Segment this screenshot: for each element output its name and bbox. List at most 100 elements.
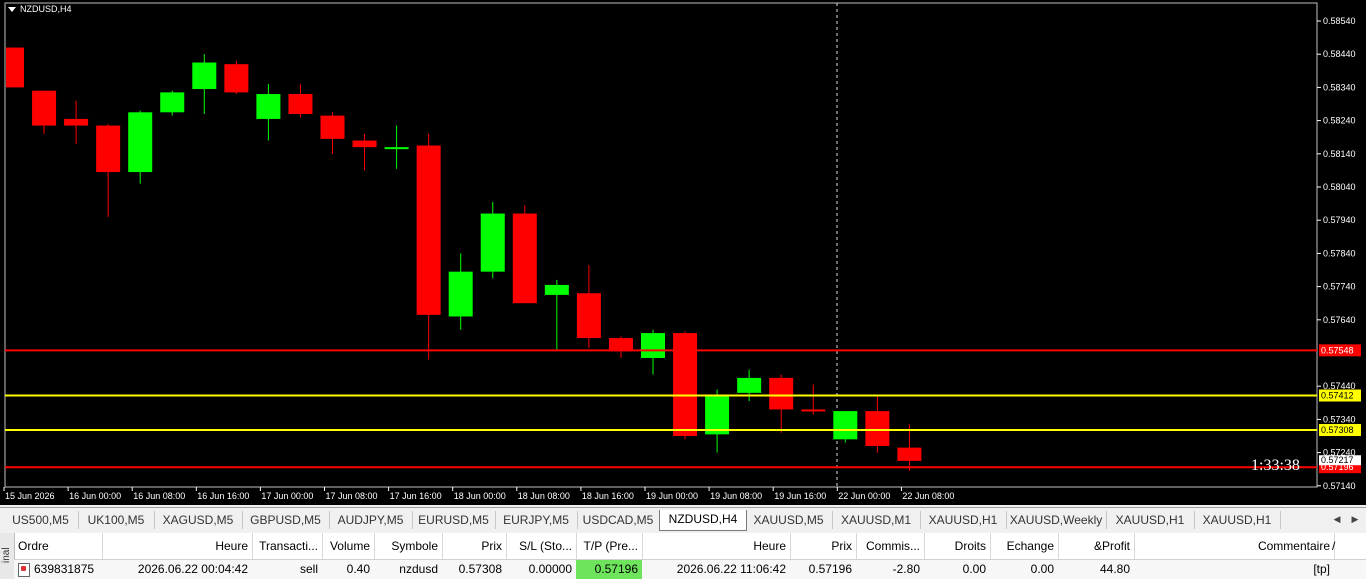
candle-body[interactable] — [833, 411, 858, 440]
time-tick-label: 19 Jun 16:00 — [774, 491, 826, 501]
cell-prix-close: 0.57196 — [808, 562, 852, 576]
candle-body[interactable] — [96, 125, 121, 173]
tabs-scroll-left-icon[interactable]: ◀ — [1330, 512, 1344, 526]
cell-volume: 0.40 — [346, 562, 370, 576]
tab-audjpy-m5[interactable]: AUDJPY,M5 — [329, 511, 413, 529]
column-header-sl[interactable]: S/L (Sto... — [506, 533, 577, 559]
candle-body[interactable] — [160, 92, 185, 113]
candle-body[interactable] — [737, 377, 762, 393]
cell-tp: 0.57196 — [576, 560, 642, 579]
cell-commission: -2.80 — [892, 562, 920, 576]
price-tick-label: 0.58240 — [1323, 116, 1356, 126]
column-header-prix[interactable]: Prix — [442, 533, 507, 559]
cell-commentaire: [tp] — [1313, 562, 1330, 576]
terminal-side-label[interactable]: inal — [0, 533, 15, 579]
chart-tabs-bar: US500,M5 UK100,M5 XAGUSD,M5 GBPUSD,M5 AUDJPY… — [0, 507, 1366, 532]
candle-body[interactable] — [448, 271, 473, 317]
candle-body[interactable] — [576, 293, 601, 339]
time-tick-label: 16 Jun 16:00 — [197, 491, 249, 501]
tab-xagusd-m5[interactable]: XAGUSD,M5 — [154, 511, 243, 529]
time-tick-label: 18 Jun 08:00 — [518, 491, 570, 501]
terminal-header: Ordre Heure Transacti... Volume Symbole Prix S… — [14, 533, 1366, 560]
candle-body[interactable] — [64, 118, 89, 126]
candle-body[interactable] — [256, 94, 281, 119]
time-tick-label: 15 Jun 2026 — [5, 491, 55, 501]
sort-arrow-icon[interactable]: / — [1332, 533, 1346, 559]
candle-body[interactable] — [705, 394, 730, 435]
candle-body[interactable] — [288, 94, 313, 114]
candle-body[interactable] — [416, 145, 441, 315]
level-price-label: 0.57308 — [1321, 425, 1354, 435]
candle-body[interactable] — [320, 115, 345, 139]
time-tick-label: 17 Jun 00:00 — [261, 491, 313, 501]
candle-body[interactable] — [801, 409, 826, 412]
column-header-commentaire[interactable]: Commentaire — [1134, 533, 1335, 559]
column-header-ordre[interactable]: Ordre — [14, 533, 103, 559]
column-header-transaction[interactable]: Transacti... — [252, 533, 323, 559]
chart-symbol-text: NZDUSD,H4 — [20, 4, 72, 14]
column-header-heure-close[interactable]: Heure — [642, 533, 791, 559]
column-header-volume[interactable]: Volume — [322, 533, 375, 559]
candle-body[interactable] — [352, 140, 377, 148]
price-tick-label: 0.58540 — [1323, 16, 1356, 26]
cell-symbole: nzdusd — [399, 562, 438, 576]
price-tick-label: 0.58340 — [1323, 82, 1356, 92]
price-tick-label: 0.58440 — [1323, 49, 1356, 59]
candle-body[interactable] — [224, 64, 249, 93]
price-tick-label: 0.58040 — [1323, 182, 1356, 192]
table-row[interactable]: 639831875 2026.06.22 00:04:42 sell 0.40 nzdu… — [14, 560, 1366, 579]
column-header-prix-close[interactable]: Prix — [790, 533, 857, 559]
column-header-profit[interactable]: &Profit — [1058, 533, 1135, 559]
candle-body[interactable] — [128, 112, 153, 173]
cell-droits: 0.00 — [962, 562, 986, 576]
tab-uk100-m5[interactable]: UK100,M5 — [78, 511, 155, 529]
cell-ordre: 639831875 — [14, 560, 102, 579]
tab-eurjpy-m5[interactable]: EURJPY,M5 — [495, 511, 578, 529]
tab-nzdusd-h4[interactable]: NZDUSD,H4 — [659, 510, 747, 531]
chart-symbol-label[interactable]: NZDUSD,H4 — [8, 4, 72, 14]
time-tick-label: 19 Jun 08:00 — [710, 491, 762, 501]
tab-xauusd-h1[interactable]: XAUUSD,H1 — [1106, 511, 1195, 529]
cell-sl: 0.00000 — [528, 562, 572, 576]
tab-xauusd-m1[interactable]: XAUUSD,M1 — [832, 511, 921, 529]
bar-countdown: 1:33:38 — [1251, 457, 1300, 474]
candle-body[interactable] — [769, 377, 794, 410]
column-header-tp[interactable]: T/P (Pre... — [576, 533, 643, 559]
candle-body[interactable] — [192, 62, 217, 90]
order-icon — [18, 562, 30, 577]
candle-body[interactable] — [673, 333, 698, 436]
terminal-panel: inal Ordre Heure Transacti... Volume Symbole… — [0, 533, 1366, 579]
column-header-symbole[interactable]: Symbole — [374, 533, 443, 559]
candle-body[interactable] — [865, 411, 890, 446]
dropdown-triangle-icon — [8, 7, 16, 13]
price-chart[interactable]: 0.58540 0.58440 0.58340 0.58240 0.58140 0.580… — [0, 0, 1366, 505]
column-header-heure[interactable]: Heure — [102, 533, 253, 559]
candle-body[interactable] — [641, 333, 665, 358]
cell-heure-close: 2026.06.22 11:06:42 — [676, 562, 786, 576]
column-header-echange[interactable]: Echange — [990, 533, 1059, 559]
tab-eurusd-m5[interactable]: EURUSD,M5 — [412, 511, 496, 529]
candle-body[interactable] — [6, 47, 24, 88]
time-tick-label: 22 Jun 08:00 — [902, 491, 954, 501]
candle-body[interactable] — [480, 213, 505, 272]
column-header-droits[interactable]: Droits — [924, 533, 991, 559]
time-tick-label: 18 Jun 16:00 — [582, 491, 634, 501]
tab-usdcad-m5[interactable]: USDCAD,M5 — [577, 511, 660, 529]
candle-body[interactable] — [384, 147, 409, 150]
chart-canvas[interactable]: 0.58540 0.58440 0.58340 0.58240 0.58140 0.580… — [0, 0, 1366, 505]
candle-body[interactable] — [897, 447, 922, 461]
tab-us500-m5[interactable]: US500,M5 — [3, 511, 79, 529]
candle-body[interactable] — [544, 284, 569, 295]
candle-body[interactable] — [512, 213, 537, 304]
candle-body[interactable] — [32, 90, 57, 126]
tab-xauusd-weekly[interactable]: XAUUSD,Weekly — [1006, 511, 1107, 529]
cell-transaction: sell — [299, 562, 318, 576]
tab-xauusd-h1[interactable]: XAUUSD,H1 — [1194, 511, 1281, 529]
tab-gbpusd-m5[interactable]: GBPUSD,M5 — [242, 511, 330, 529]
cell-profit: 44.80 — [1099, 562, 1130, 576]
column-header-commission[interactable]: Commis... — [856, 533, 925, 559]
tab-xauusd-h1[interactable]: XAUUSD,H1 — [920, 511, 1007, 529]
tab-xauusd-m5[interactable]: XAUUSD,M5 — [745, 511, 833, 529]
tabs-scroll-right-icon[interactable]: ▶ — [1348, 512, 1362, 526]
level-price-label: 0.57412 — [1321, 390, 1354, 400]
